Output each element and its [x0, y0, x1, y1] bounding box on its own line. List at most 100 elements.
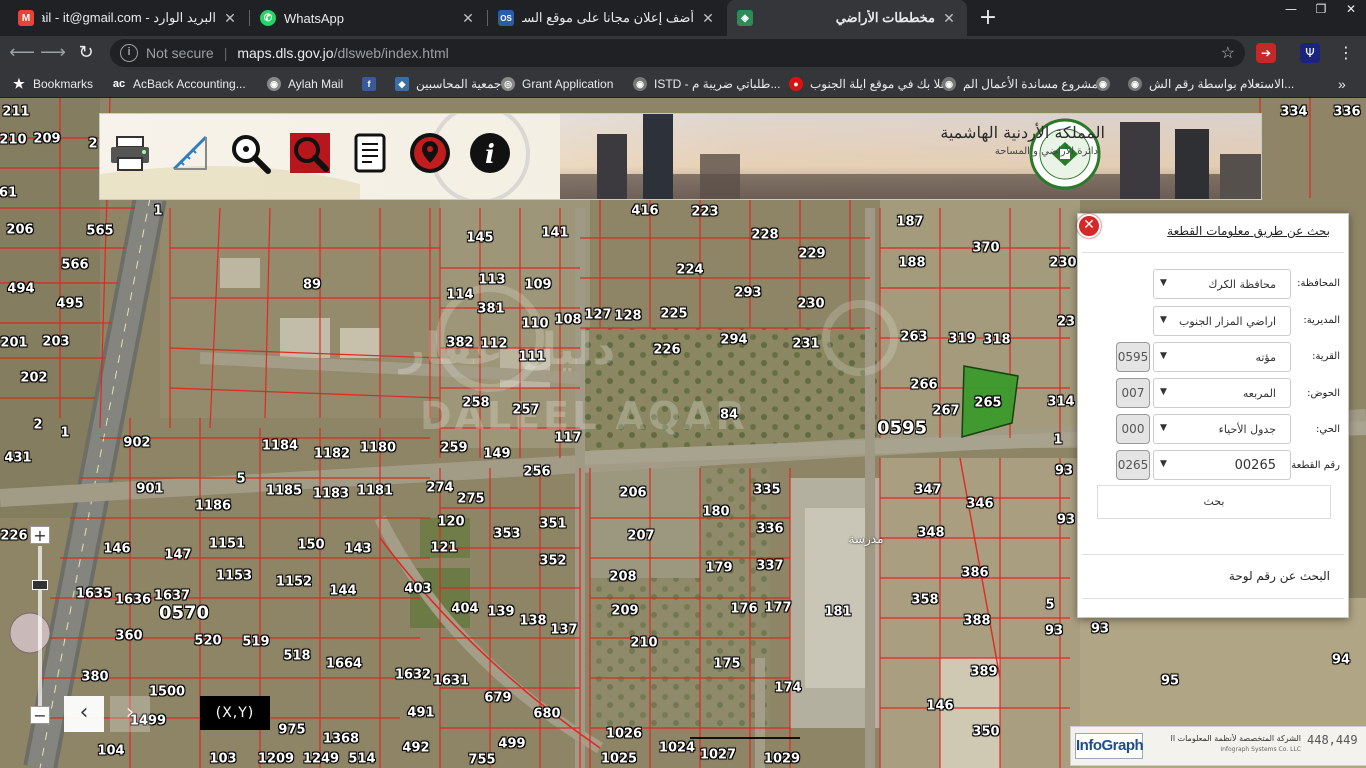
parcel-number-label: 93: [1090, 621, 1110, 637]
parcel-number-label: 1635: [75, 586, 113, 602]
new-tab-button[interactable]: +: [976, 4, 1000, 32]
bookmark-label: Aylah Mail: [288, 77, 344, 91]
parcel-number-label: 174: [774, 680, 802, 696]
parcel-number-label: 494: [7, 281, 35, 297]
identify-icon[interactable]: [228, 131, 272, 175]
parcel-number-label: 1181: [356, 483, 394, 499]
search-button[interactable]: بحث: [1097, 485, 1331, 519]
map-icon: ◈: [737, 10, 753, 26]
parcel-number-label: 147: [164, 547, 192, 563]
banner-subtitle: دائرة الأراضي و المساحة: [994, 146, 1098, 157]
tab-gmail[interactable]: M البريد الوارد - Gmail - it@gmail.com ✕: [8, 0, 248, 36]
extension-shield-icon[interactable]: Ψ: [1300, 43, 1320, 63]
report-icon[interactable]: [348, 131, 392, 175]
parcel-number-label: 386: [961, 565, 989, 581]
tab-close-icon[interactable]: ✕: [460, 10, 476, 27]
parcel-number-label: 902: [123, 435, 151, 451]
bookmark-item[interactable]: ● اهلا بك في موقع ايلة الجنوب: [789, 74, 950, 94]
infograph-english: Infograph Systems Co. LLC: [1220, 746, 1301, 753]
parcel-number-label: 5: [1045, 597, 1055, 613]
info-icon[interactable]: i: [120, 44, 138, 62]
selected-parcel-label[interactable]: 265: [974, 396, 1001, 411]
maximize-button[interactable]: ❐: [1306, 0, 1336, 18]
tab-title: مخططات الأراضي: [835, 10, 935, 25]
parcel-number-label: 1631: [432, 673, 470, 689]
reload-button[interactable]: ↻: [73, 40, 99, 66]
location-icon[interactable]: [408, 131, 452, 175]
measure-icon[interactable]: [168, 131, 212, 175]
parcel-number-label: 1186: [194, 498, 232, 514]
block-number-label: 0595: [876, 417, 928, 439]
parcel-number-select[interactable]: 00265 ▼: [1153, 450, 1291, 480]
tab-close-icon[interactable]: ✕: [222, 10, 238, 27]
select-value: 00265: [1234, 458, 1276, 473]
tab-title: WhatsApp: [284, 10, 344, 26]
basin-code: 007: [1116, 378, 1150, 408]
xy-coordinates-button[interactable]: (X,Y): [200, 696, 270, 730]
tab-whatsapp[interactable]: ✆ WhatsApp ✕: [250, 0, 486, 36]
map-viewport[interactable]: دليل عقار DALEEL AQAR 211 209 210 2 61 206 565…: [0, 98, 1366, 768]
directorate-select[interactable]: اراضي المزار الجنوب ▼: [1153, 306, 1291, 336]
search-icon[interactable]: [288, 131, 332, 175]
parcel-number-label: 202: [20, 370, 48, 386]
parcel-number-label: 149: [483, 446, 511, 462]
parcel-number-label: 2: [88, 136, 98, 152]
minimize-button[interactable]: —: [1276, 0, 1306, 18]
tab-opensooq[interactable]: OS أضف إعلان مجانا على موقع السوق المفتو…: [488, 0, 726, 36]
pan-right-button[interactable]: ›: [110, 696, 150, 732]
bookmark-item[interactable]: ◉ Aylah Mail: [267, 74, 343, 94]
forward-button[interactable]: ⟶: [40, 40, 66, 66]
bookmark-item[interactable]: ★ Bookmarks: [12, 74, 93, 94]
parcel-number-label: 208: [609, 569, 637, 585]
close-icon[interactable]: ✕: [1077, 214, 1101, 238]
parcel-number-label: 177: [764, 600, 792, 616]
bookmark-item[interactable]: ◉ الاستعلام بواسطة رقم الش...: [1128, 74, 1294, 94]
parcel-number-label: 89: [302, 277, 322, 293]
poi-school-label: مدرسة: [848, 532, 884, 546]
back-button[interactable]: ⟵: [9, 40, 35, 66]
parcel-number-label: 223: [691, 204, 719, 220]
zoom-in-button[interactable]: +: [30, 526, 50, 544]
basin-select[interactable]: المربعه ▼: [1153, 378, 1291, 408]
credits-bar: InfoGraph الشركة المتخصصة لأنظمة المعلوم…: [1070, 726, 1366, 766]
menu-icon[interactable]: ⋮: [1336, 43, 1356, 63]
tab-close-icon[interactable]: ✕: [700, 10, 716, 27]
parcel-number-label: 679: [484, 690, 512, 706]
parcel-number-label: 1500: [148, 684, 186, 700]
zoom-slider[interactable]: + −: [30, 526, 50, 726]
bookmarks-overflow-button[interactable]: »: [1338, 74, 1346, 94]
tab-close-icon[interactable]: ✕: [941, 10, 957, 27]
bookmark-item[interactable]: f: [362, 74, 383, 94]
bookmark-star-icon[interactable]: ☆: [1221, 43, 1235, 63]
parcel-number-label: 109: [524, 277, 552, 293]
bookmark-item[interactable]: ◉: [1096, 74, 1117, 94]
bookmarks-bar: ★ Bookmarks ac AcBack Accounting... ◉ Aylah…: [0, 70, 1366, 98]
zoom-out-button[interactable]: −: [30, 706, 50, 724]
neighborhood-select[interactable]: جدول الأحياء ▼: [1153, 414, 1291, 444]
extension-arrow-icon[interactable]: ➔: [1256, 43, 1276, 63]
neighborhood-label: الحي:: [1316, 424, 1340, 435]
star-icon: ★: [13, 76, 25, 91]
tab-land-maps[interactable]: ◈ مخططات الأراضي ✕: [727, 0, 967, 36]
facebook-icon: f: [362, 77, 376, 91]
village-select[interactable]: مؤته ▼: [1153, 342, 1291, 372]
parcel-number-label: 112: [480, 336, 508, 352]
bookmark-item[interactable]: ◉مشروع مساندة الأعمال الم...: [942, 74, 1108, 94]
bookmark-item[interactable]: ◆ جمعية المحاسبين: [395, 74, 501, 94]
info-icon[interactable]: i: [468, 131, 512, 175]
bookmark-item[interactable]: ◉ ISTD - طلباتي ضريبة م...: [633, 74, 780, 94]
parcel-number-label: 499: [498, 736, 526, 752]
parcel-number-label: 1153: [215, 568, 253, 584]
bookmark-item[interactable]: ◎ Grant Application: [501, 74, 613, 94]
select-value: اراضي المزار الجنوب: [1179, 315, 1276, 328]
governorate-select[interactable]: محافظة الكرك ▼: [1153, 269, 1291, 299]
close-window-button[interactable]: ✕: [1336, 0, 1366, 18]
bookmark-item[interactable]: ac AcBack Accounting...: [112, 74, 246, 94]
print-icon[interactable]: [108, 131, 152, 175]
block-number-label: 0570: [158, 602, 210, 624]
zoom-track[interactable]: [38, 546, 42, 716]
zoom-handle[interactable]: [32, 580, 48, 590]
address-bar[interactable]: i Not secure | maps.dls.gov.jo /dlsweb/i…: [110, 39, 1245, 67]
pan-left-button[interactable]: ‹: [64, 696, 104, 732]
plate-search-link[interactable]: البحث عن رقم لوحة: [1229, 569, 1330, 583]
